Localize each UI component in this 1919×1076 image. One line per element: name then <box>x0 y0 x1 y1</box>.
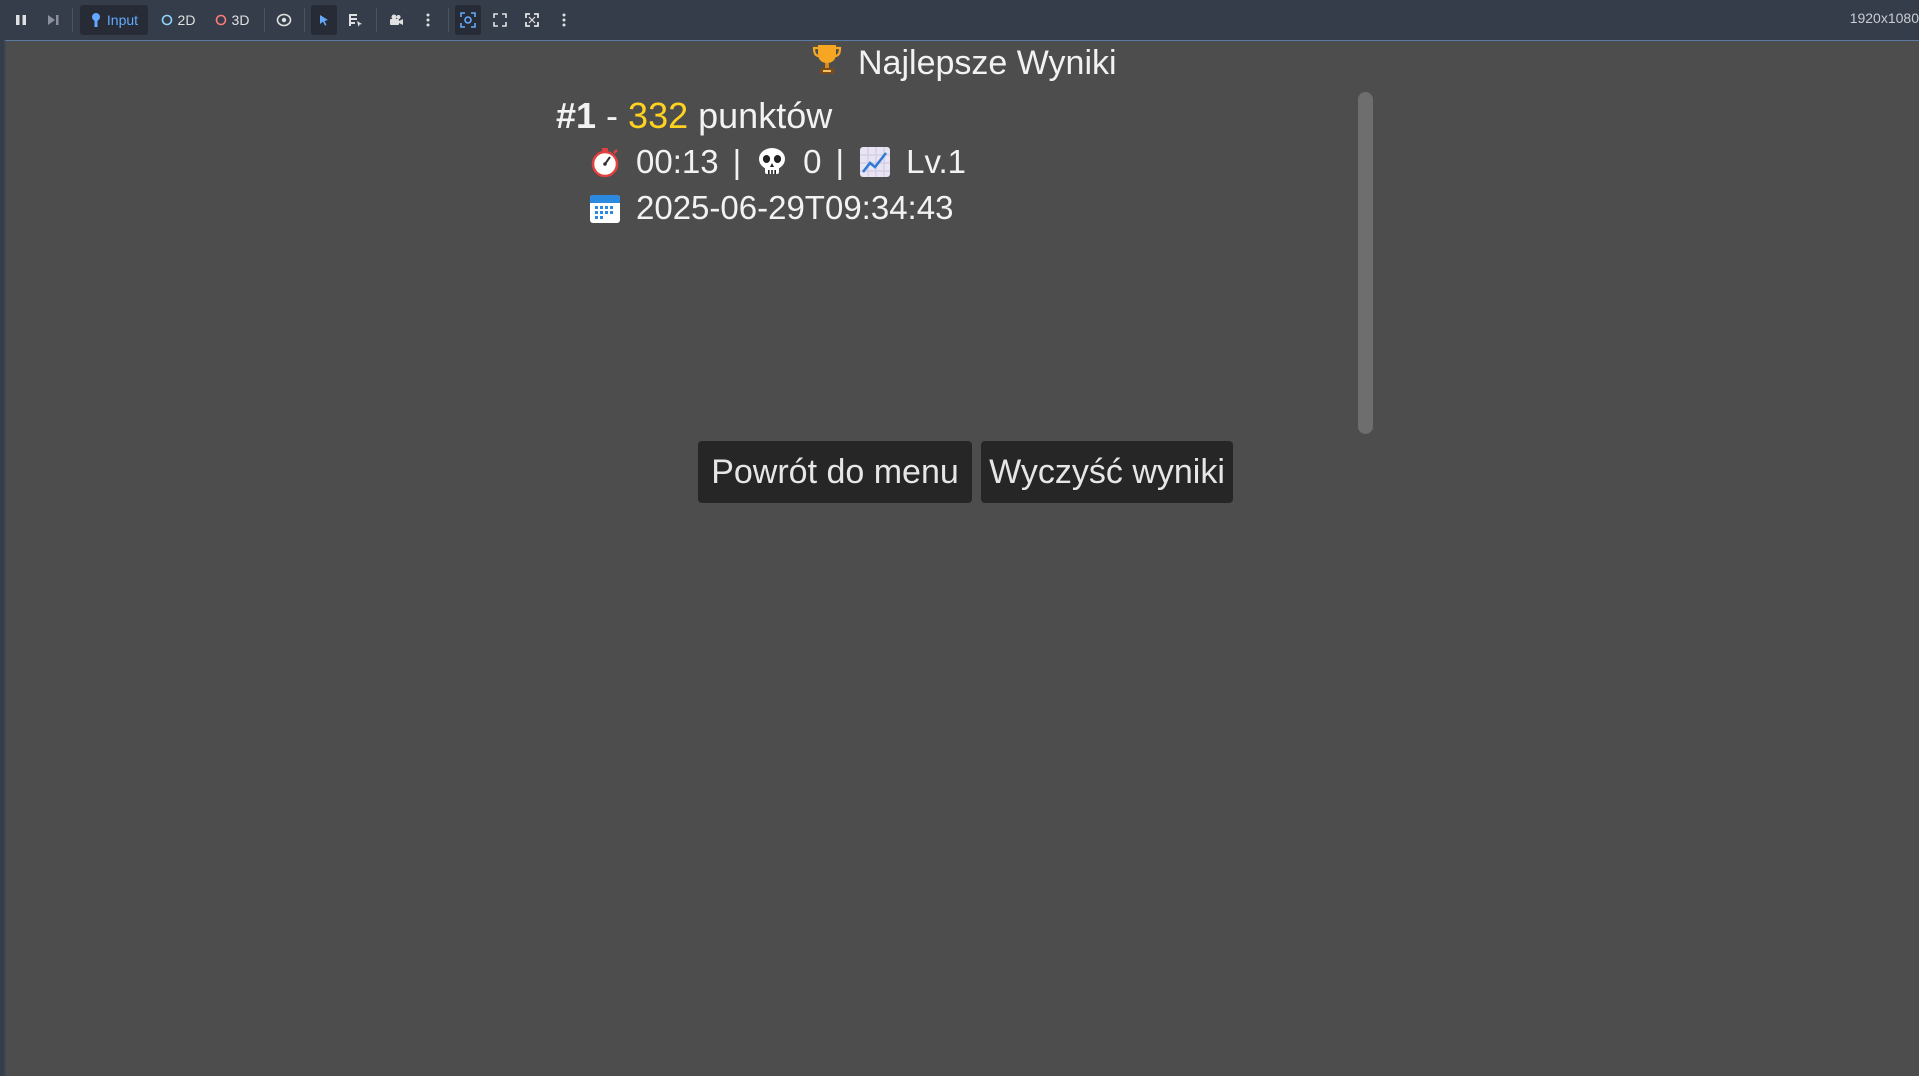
back-to-menu-button[interactable]: Powrót do menu <box>698 441 972 503</box>
game-toolbar: Input 2D 3D 1920x1080 <box>0 0 1919 40</box>
camera-button[interactable] <box>384 5 408 35</box>
score-deaths: 0 <box>803 143 822 180</box>
skull-icon <box>755 145 789 179</box>
circle-2d-icon <box>161 14 172 26</box>
toolbar-divider <box>376 8 377 32</box>
input-pointer-icon <box>91 13 100 27</box>
mode-3d-button[interactable]: 3D <box>210 5 254 35</box>
mode-3d-label: 3D <box>231 12 250 28</box>
separator: | <box>835 143 845 180</box>
select-mode-button[interactable] <box>311 5 337 35</box>
fullscreen-button[interactable] <box>520 5 544 35</box>
mode-2d-button[interactable]: 2D <box>156 5 200 35</box>
more-options-button[interactable] <box>416 5 440 35</box>
fullscreen-icon <box>525 13 539 27</box>
camera-icon <box>390 14 403 25</box>
input-toggle-button[interactable]: Input <box>80 5 148 35</box>
score-entry-stats: 00:13 | 0 | Lv.1 <box>588 140 966 184</box>
more-vertical-icon <box>426 13 430 27</box>
next-frame-button[interactable] <box>42 5 64 35</box>
expand-icon <box>493 13 507 27</box>
visibility-button[interactable] <box>272 5 296 35</box>
focus-frame-icon <box>460 12 476 28</box>
toolbar-divider <box>264 8 265 32</box>
pause-icon <box>16 15 26 25</box>
page-title: Najlepsze Wyniki <box>812 42 1117 84</box>
resolution-label: 1920x1080 <box>1849 10 1919 26</box>
score-time: 00:13 <box>636 143 719 180</box>
trophy-icon <box>812 42 842 85</box>
score-level: Lv.1 <box>906 143 967 180</box>
clear-scores-button[interactable]: Wyczyść wyniki <box>981 441 1233 503</box>
separator: | <box>732 143 742 180</box>
calendar-icon <box>588 191 622 225</box>
list-select-icon <box>349 14 362 27</box>
embedded-view-button[interactable] <box>455 5 481 35</box>
toolbar-divider <box>304 8 305 32</box>
next-frame-icon <box>48 15 59 25</box>
scores-list: #1 - 332 punktów 00:13 | 0 | Lv.1 2025-0… <box>556 92 1366 432</box>
pause-button[interactable] <box>10 5 32 35</box>
toolbar-divider <box>448 8 449 32</box>
mode-2d-label: 2D <box>177 12 196 28</box>
expand-button[interactable] <box>488 5 512 35</box>
stopwatch-icon <box>588 145 622 179</box>
score-dash: - <box>606 95 619 136</box>
eye-icon <box>276 13 292 27</box>
more-options-button[interactable] <box>552 5 576 35</box>
title-text: Najlepsze Wyniki <box>858 43 1117 82</box>
points-label: punktów <box>698 95 833 136</box>
cursor-arrow-icon <box>320 15 328 26</box>
score-date: 2025-06-29T09:34:43 <box>636 189 954 226</box>
score-points: 332 <box>628 95 689 136</box>
more-vertical-icon <box>562 13 566 27</box>
score-entry-date: 2025-06-29T09:34:43 <box>588 186 953 230</box>
list-select-button[interactable] <box>343 5 367 35</box>
toolbar-divider <box>72 8 73 32</box>
circle-3d-icon <box>215 14 226 26</box>
score-rank: #1 <box>556 95 597 136</box>
scores-scrollbar[interactable] <box>1358 92 1373 434</box>
chart-increasing-icon <box>858 145 892 179</box>
input-label: Input <box>106 12 139 28</box>
score-entry-header: #1 - 332 punktów <box>556 92 832 140</box>
